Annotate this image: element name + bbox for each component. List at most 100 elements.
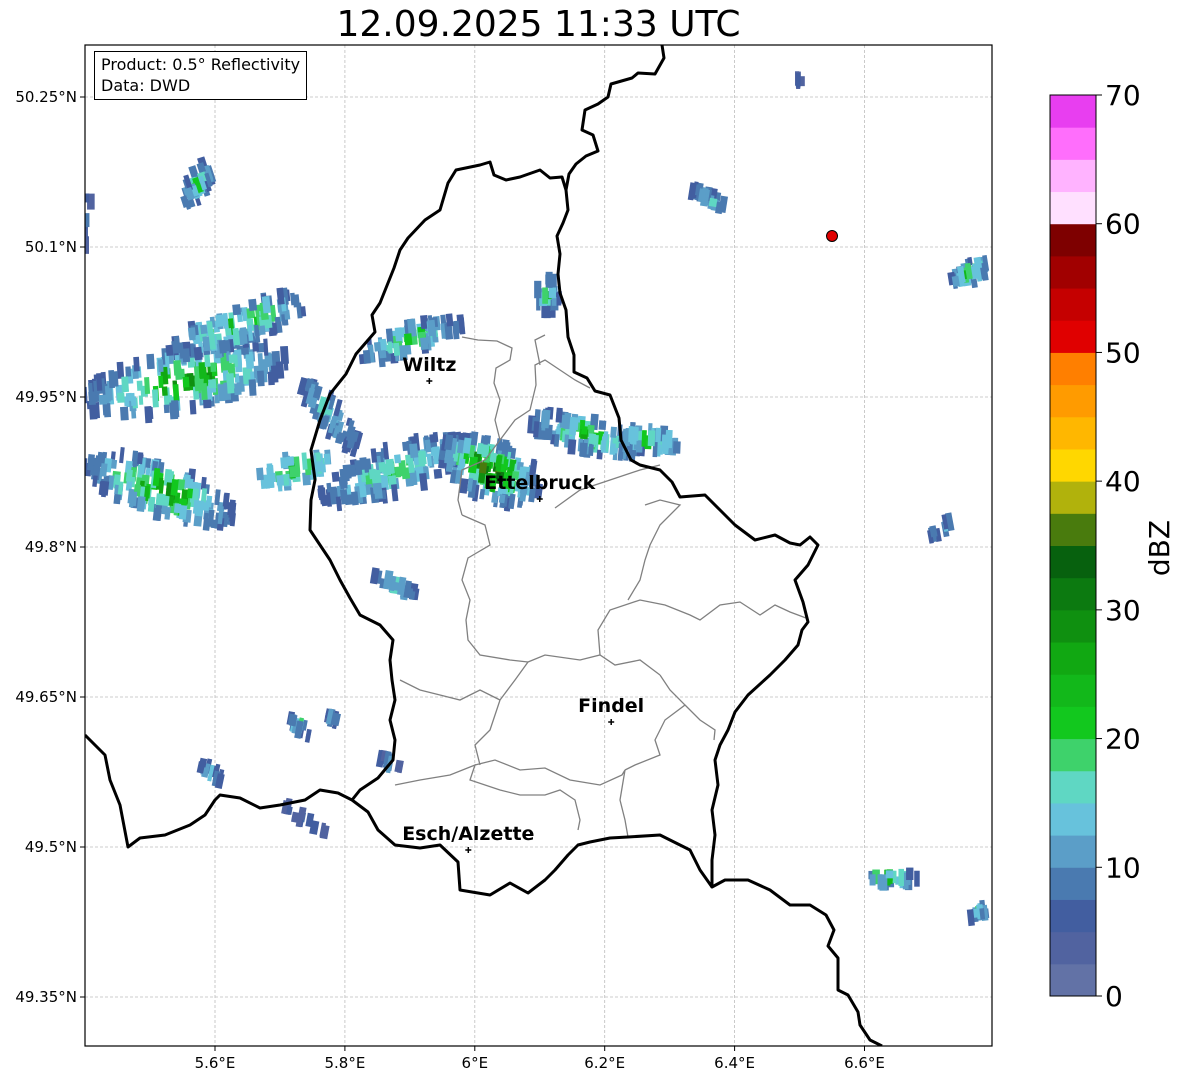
canton-boundary: [394, 763, 581, 831]
echo-cell: [173, 503, 182, 514]
colorbar-segment: [1050, 384, 1096, 418]
location-marker: [826, 230, 839, 242]
echo-cell: [567, 439, 577, 455]
lon-tick-label: 6.4°E: [714, 1054, 755, 1072]
echo-cell: [248, 379, 257, 396]
echo-cell: [555, 407, 563, 423]
echo-cell: [339, 476, 348, 490]
echo-cell: [409, 443, 419, 459]
echo-cell: [163, 404, 170, 414]
colorbar-segment: [1050, 288, 1096, 321]
echo-cell: [189, 399, 197, 415]
colorbar-segment: [1050, 352, 1096, 386]
echo-cell: [370, 448, 378, 463]
echo-cell: [148, 406, 154, 420]
echo-cell: [647, 430, 656, 447]
echo-cell: [534, 280, 542, 299]
lat-tick-label: 49.95°N: [15, 388, 77, 406]
colorbar-segment: [1050, 448, 1096, 482]
data-source-label: Data: DWD: [101, 76, 191, 95]
echo-cell: [267, 371, 275, 386]
info-box: Product: 0.5° Reflectivity Data: DWD: [94, 51, 308, 100]
echo-cell: [210, 362, 217, 373]
colorbar-segment: [1050, 255, 1096, 289]
echo-cell: [215, 314, 225, 328]
echo-cell: [194, 378, 201, 392]
colorbar-segment: [1050, 481, 1096, 514]
echo-cell: [579, 442, 588, 457]
lat-tick-label: 50.1°N: [25, 238, 77, 256]
echo-cell: [119, 447, 125, 464]
echo-cell: [553, 433, 560, 447]
canton-boundary: [627, 499, 682, 601]
colorbar-segment: [1050, 223, 1096, 257]
echo-cell: [256, 370, 265, 387]
echo-cell: [204, 353, 211, 367]
colorbar: 0 10 20 30 40 50 60 70 dBZ: [1049, 79, 1176, 1013]
colorbar-segment: [1050, 802, 1096, 836]
colorbar-segment: [1050, 770, 1096, 804]
echo-cell: [317, 488, 326, 498]
echo-cell: [119, 406, 129, 421]
colorbar-tick-label: 70: [1105, 79, 1141, 112]
canton-boundary: [624, 674, 686, 771]
echo-cell: [289, 466, 298, 478]
echo-cell: [218, 339, 227, 354]
echo-cell: [203, 399, 212, 409]
echo-cell: [445, 313, 454, 327]
canton-boundary: [684, 704, 716, 741]
echo-cell: [172, 344, 179, 354]
echo-cell: [885, 870, 894, 879]
colorbar-segment: [1050, 320, 1096, 353]
graticule: [85, 45, 992, 1046]
echo-cell: [186, 488, 194, 499]
lat-tick-label: 49.65°N: [15, 688, 77, 706]
colorbar-segment: [1050, 159, 1096, 193]
echo-cell: [286, 456, 295, 466]
echo-cell: [795, 73, 801, 88]
radar-map: 5.6°E 5.8°E 6°E 6.2°E 6.4°E 6.6°E 50.25°N 50.1°…: [15, 44, 1176, 1072]
colorbar-tick-label: 10: [1105, 851, 1141, 884]
echo-cell: [208, 379, 217, 389]
echo-cell: [245, 354, 255, 369]
echo-cell: [138, 395, 144, 405]
echo-cell: [592, 434, 599, 446]
echo-cell: [161, 386, 168, 396]
echo-cell: [629, 435, 637, 445]
canton-boundary: [527, 654, 661, 676]
echo-cell: [284, 309, 291, 320]
map-frame: [84, 44, 993, 1047]
echo-cell: [545, 271, 553, 288]
echo-cell: [672, 441, 681, 454]
echo-cell: [542, 409, 551, 426]
colorbar-tick-label: 20: [1105, 723, 1141, 756]
echo-cell: [125, 366, 132, 377]
colorbar-segment: [1050, 867, 1096, 900]
echo-cell: [290, 292, 296, 306]
echo-cell: [542, 287, 548, 304]
echo-cell: [85, 193, 90, 203]
lat-tick-label: 49.8°N: [25, 538, 77, 556]
echo-cell: [580, 425, 588, 435]
city-label: Ettelbruck: [484, 472, 595, 494]
echo-cell: [914, 870, 920, 887]
colorbar-segment: [1050, 738, 1096, 772]
echo-cell: [188, 327, 196, 341]
echo-cell: [158, 375, 164, 389]
colorbar-segment: [1050, 931, 1096, 965]
echo-cell: [200, 324, 208, 335]
echo-cell: [145, 458, 152, 468]
echo-cell: [551, 296, 557, 306]
lon-tick-label: 6°E: [462, 1054, 489, 1072]
echo-cell: [429, 433, 438, 443]
echo-cell: [136, 380, 143, 391]
echo-cell: [407, 461, 415, 474]
echo-cell: [276, 474, 285, 486]
echo-cell: [94, 455, 103, 467]
echo-cell: [108, 370, 115, 389]
echo-cell: [641, 430, 647, 447]
echo-cell: [268, 464, 274, 476]
echo-cell: [433, 468, 443, 479]
city-label: Wiltz: [402, 354, 456, 376]
echo-cell: [182, 376, 190, 388]
